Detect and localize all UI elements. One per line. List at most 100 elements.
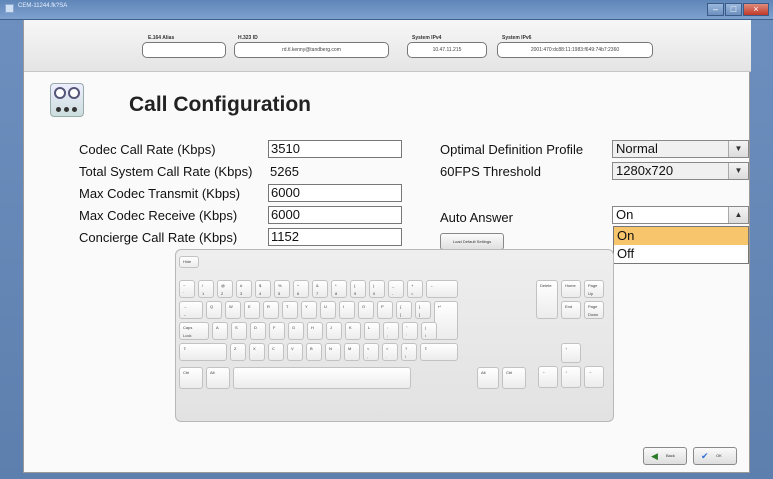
key-caps-lock[interactable]: Caps Lock xyxy=(179,322,209,340)
key[interactable]: N xyxy=(325,343,341,361)
e164-field[interactable] xyxy=(142,42,226,58)
auto-answer-option-on[interactable]: On xyxy=(614,227,748,245)
key-shift-left[interactable]: ⇧ xyxy=(179,343,227,361)
maximize-button[interactable]: □ xyxy=(725,3,742,16)
key-ctrl-right[interactable]: Ctrl xyxy=(502,367,526,389)
codec-call-rate-input[interactable]: 3510 xyxy=(268,140,402,158)
key[interactable]: _ - xyxy=(388,280,404,298)
key-arrow-down[interactable]: ↓ xyxy=(561,366,581,388)
minimize-button[interactable]: – xyxy=(707,3,724,16)
key[interactable]: Z xyxy=(230,343,246,361)
key[interactable]: & 7 xyxy=(312,280,328,298)
key[interactable]: ) 0 xyxy=(369,280,385,298)
key[interactable]: B xyxy=(306,343,322,361)
key[interactable]: M xyxy=(344,343,360,361)
fps-threshold-select[interactable]: 1280x720 ▼ xyxy=(612,162,749,180)
key[interactable]: % 5 xyxy=(274,280,290,298)
max-codec-transmit-label: Max Codec Transmit (Kbps) xyxy=(79,186,241,201)
max-codec-receive-label: Max Codec Receive (Kbps) xyxy=(79,208,238,223)
key[interactable]: R xyxy=(263,301,279,319)
ipv6-field[interactable]: 2001:470:dc88:11:1983:f649:74b7:2360 xyxy=(497,42,653,58)
key[interactable]: L xyxy=(364,322,380,340)
key[interactable]: X xyxy=(249,343,265,361)
key[interactable]: P xyxy=(377,301,393,319)
key-enter[interactable]: ↵ xyxy=(434,301,458,340)
key[interactable]: J xyxy=(326,322,342,340)
key[interactable]: S xyxy=(231,322,247,340)
chevron-down-icon: ▼ xyxy=(728,163,748,179)
close-button[interactable]: × xyxy=(743,3,769,16)
key[interactable]: (9 xyxy=(350,280,366,298)
key[interactable]: #3 xyxy=(236,280,252,298)
concierge-call-rate-label: Concierge Call Rate (Kbps) xyxy=(79,230,238,245)
max-codec-receive-input[interactable]: 6000 xyxy=(268,206,402,224)
key[interactable]: D xyxy=(250,322,266,340)
key-delete[interactable]: Delete xyxy=(536,280,558,319)
key[interactable]: ! 1 xyxy=(198,280,214,298)
key[interactable]: @2 xyxy=(217,280,233,298)
key[interactable]: H xyxy=(307,322,323,340)
auto-answer-option-off[interactable]: Off xyxy=(614,245,748,263)
key[interactable]: O xyxy=(358,301,374,319)
back-button[interactable]: ◀ Back xyxy=(643,447,687,465)
key[interactable]: $4 xyxy=(255,280,271,298)
optimal-definition-profile-select[interactable]: Normal ▼ xyxy=(612,140,749,158)
e164-label: E.164 Alias xyxy=(148,35,175,41)
key[interactable]: | \ xyxy=(421,322,437,340)
key-hide[interactable]: Hide xyxy=(179,256,199,268)
key[interactable]: E xyxy=(244,301,260,319)
optimal-definition-profile-value: Normal xyxy=(616,141,658,156)
key[interactable]: W xyxy=(225,301,241,319)
h323-field[interactable]: rd.tl.kenny@tandberg.com xyxy=(234,42,389,58)
key-tab[interactable]: → ← xyxy=(179,301,203,319)
key-arrow-up[interactable]: ↑ xyxy=(561,343,581,363)
key-page-down[interactable]: Page Down xyxy=(584,301,604,319)
key-space[interactable] xyxy=(233,367,411,389)
key[interactable]: ~ ` xyxy=(179,280,195,298)
ipv4-field[interactable]: 10.47.11.215 xyxy=(407,42,487,58)
key-arrow-left[interactable]: ← xyxy=(538,366,558,388)
total-system-call-rate-value: 5265 xyxy=(270,164,299,179)
auto-answer-label: Auto Answer xyxy=(440,210,513,225)
key[interactable]: ? / xyxy=(401,343,417,361)
key[interactable]: " ' xyxy=(402,322,418,340)
key[interactable]: Q xyxy=(206,301,222,319)
key[interactable]: T xyxy=(282,301,298,319)
key[interactable]: A xyxy=(212,322,228,340)
ipv6-label: System IPv6 xyxy=(502,35,532,41)
key-home[interactable]: Home xyxy=(561,280,581,298)
key-ctrl-left[interactable]: Ctrl xyxy=(179,367,203,389)
key[interactable]: G xyxy=(288,322,304,340)
ok-button[interactable]: ✔ OK xyxy=(693,447,737,465)
fps-threshold-label: 60FPS Threshold xyxy=(440,164,541,179)
key[interactable]: * 8 xyxy=(331,280,347,298)
key-alt-right[interactable]: Alt xyxy=(477,367,499,389)
key[interactable]: I xyxy=(339,301,355,319)
key[interactable]: <, xyxy=(363,343,379,361)
key[interactable]: Y xyxy=(301,301,317,319)
key-shift-right[interactable]: ⇧ xyxy=(420,343,458,361)
key[interactable]: + = xyxy=(407,280,423,298)
key[interactable]: K xyxy=(345,322,361,340)
codec-call-rate-label: Codec Call Rate (Kbps) xyxy=(79,142,216,157)
load-default-settings-button[interactable]: Load Default Settings xyxy=(440,233,504,250)
max-codec-transmit-input[interactable]: 6000 xyxy=(268,184,402,202)
key[interactable]: }] xyxy=(415,301,431,319)
optimal-definition-profile-label: Optimal Definition Profile xyxy=(440,142,584,157)
key[interactable]: U xyxy=(320,301,336,319)
key-alt-left[interactable]: Alt xyxy=(206,367,230,389)
key[interactable]: F xyxy=(269,322,285,340)
key[interactable]: V xyxy=(287,343,303,361)
key[interactable]: >. xyxy=(382,343,398,361)
key[interactable]: C xyxy=(268,343,284,361)
key-backspace[interactable]: ← xyxy=(426,280,458,298)
concierge-call-rate-input[interactable]: 1152 xyxy=(268,228,402,246)
chevron-down-icon: ▼ xyxy=(728,141,748,157)
key-end[interactable]: End xyxy=(561,301,581,319)
key[interactable]: {[ xyxy=(396,301,412,319)
key[interactable]: :; xyxy=(383,322,399,340)
key-page-up[interactable]: Page Up xyxy=(584,280,604,298)
key-arrow-right[interactable]: → xyxy=(584,366,604,388)
auto-answer-select[interactable]: On ▲ xyxy=(612,206,749,224)
key[interactable]: ^ 6 xyxy=(293,280,309,298)
